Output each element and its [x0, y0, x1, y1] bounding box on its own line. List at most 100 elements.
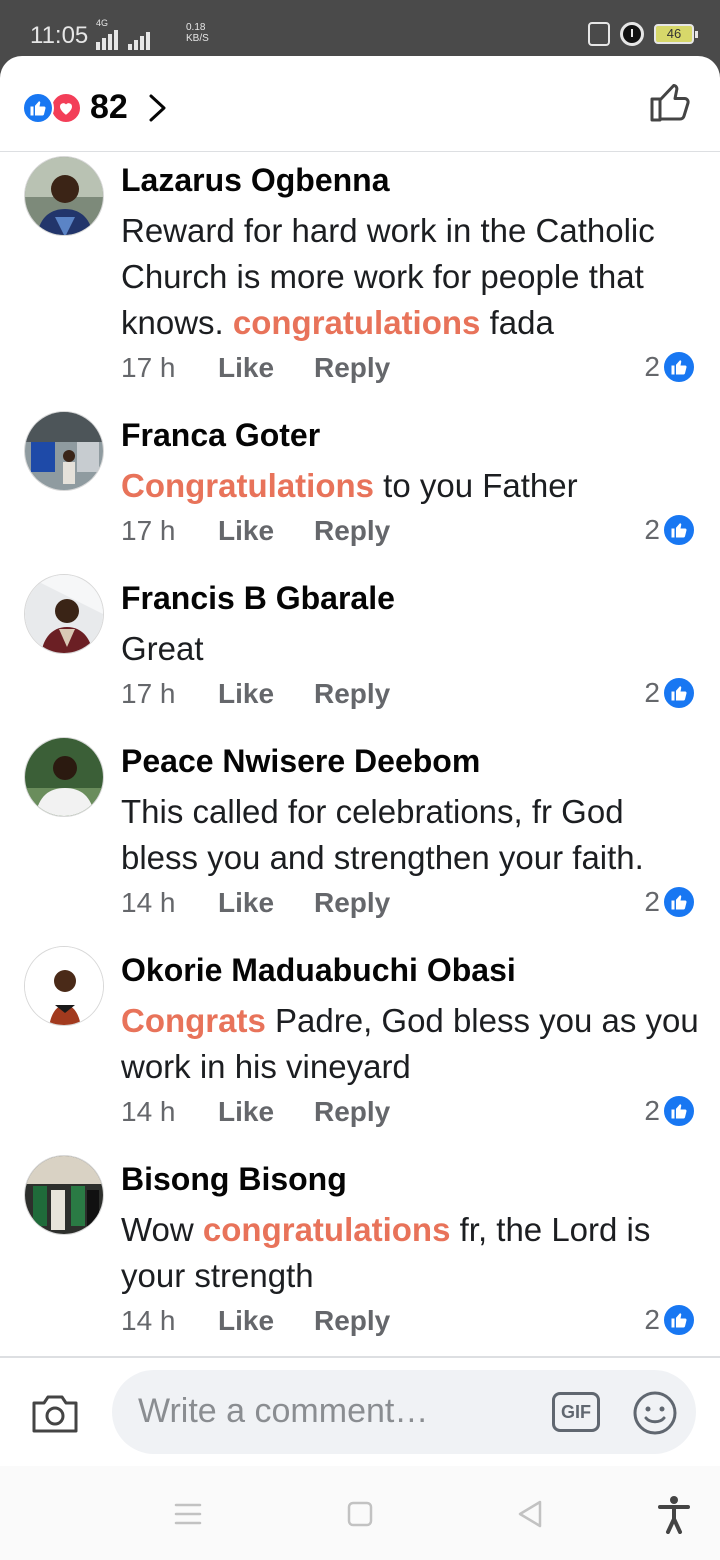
- comment-text-part: fada: [480, 304, 554, 341]
- like-button[interactable]: Like: [218, 1305, 314, 1337]
- avatar[interactable]: [24, 1155, 104, 1235]
- signal-icon: [96, 28, 118, 50]
- system-navigation-bar: [0, 1466, 720, 1560]
- speed-value: 0.18: [186, 22, 206, 33]
- chevron-right-icon: [149, 94, 166, 121]
- like-count-value: 2: [644, 886, 660, 917]
- like-reaction-icon: [662, 513, 696, 547]
- like-button[interactable]: Like: [218, 887, 314, 919]
- status-bar: 11:05 4G 0.18 KB/S 46: [0, 0, 720, 56]
- comment-text: Great: [121, 626, 701, 672]
- comment-actions: 17 h Like Reply: [121, 352, 390, 384]
- menu-icon[interactable]: [168, 1494, 208, 1534]
- comment-like-count[interactable]: 2: [644, 885, 696, 919]
- like-count-value: 2: [644, 351, 660, 382]
- comment-text-part: Wow: [121, 1211, 203, 1248]
- speed-unit: KB/S: [186, 33, 209, 44]
- avatar[interactable]: [24, 737, 104, 817]
- like-reaction-icon: [662, 885, 696, 919]
- reply-button[interactable]: Reply: [314, 1305, 390, 1337]
- emoji-icon[interactable]: [632, 1390, 678, 1436]
- comment-actions: 17 h Like Reply: [121, 515, 390, 547]
- network-speed: 0.18 KB/S: [186, 22, 209, 44]
- like-reaction-icon: [662, 676, 696, 710]
- comment-input[interactable]: Write a comment… GIF: [112, 1370, 696, 1454]
- like-reaction-icon: [662, 1094, 696, 1128]
- home-square-icon[interactable]: [340, 1494, 380, 1534]
- accessibility-icon[interactable]: [654, 1494, 694, 1534]
- commenter-name[interactable]: Lazarus Ogbenna: [121, 162, 390, 199]
- reply-button[interactable]: Reply: [314, 352, 390, 384]
- comment-time: 14 h: [121, 1305, 176, 1336]
- comment-like-count[interactable]: 2: [644, 1303, 696, 1337]
- comment-like-count[interactable]: 2: [644, 513, 696, 547]
- like-reaction-icon: [662, 350, 696, 384]
- comment-text: Reward for hard work in the Catholic Chu…: [121, 208, 701, 346]
- comment-text: Congrats Padre, God bless you as you wor…: [121, 998, 701, 1090]
- like-button[interactable]: Like: [218, 678, 314, 710]
- reactions-header: 82: [0, 56, 720, 152]
- commenter-name[interactable]: Bisong Bisong: [121, 1161, 347, 1198]
- comment-text-part: Great: [121, 630, 204, 667]
- reply-button[interactable]: Reply: [314, 515, 390, 547]
- signal-icon-2: [128, 28, 150, 50]
- like-reaction-icon: [662, 1303, 696, 1337]
- like-button[interactable]: Like: [218, 1096, 314, 1128]
- commenter-name[interactable]: Peace Nwisere Deebom: [121, 743, 480, 780]
- comment-like-count[interactable]: 2: [644, 350, 696, 384]
- reply-button[interactable]: Reply: [314, 678, 390, 710]
- comment-text-part: This called for celebrations, fr God ble…: [121, 793, 644, 876]
- reaction-count: 82: [90, 88, 128, 126]
- comment-time: 14 h: [121, 1096, 176, 1127]
- network-type: 4G: [96, 18, 109, 28]
- reply-button[interactable]: Reply: [314, 1096, 390, 1128]
- comment-time: 17 h: [121, 515, 176, 546]
- comment-text: Congratulations to you Father: [121, 463, 701, 509]
- commenter-name[interactable]: Franca Goter: [121, 417, 320, 454]
- comment-time: 17 h: [121, 678, 176, 709]
- signal-indicators: 4G: [96, 18, 150, 50]
- reactions-summary[interactable]: 82: [22, 88, 170, 127]
- comment-text: This called for celebrations, fr God ble…: [121, 789, 701, 881]
- gif-icon[interactable]: GIF: [552, 1392, 600, 1432]
- avatar[interactable]: [24, 946, 104, 1026]
- comment-text-part: to you Father: [374, 467, 578, 504]
- like-count-value: 2: [644, 1304, 660, 1335]
- avatar[interactable]: [24, 411, 104, 491]
- comment-actions: 14 h Like Reply: [121, 1096, 390, 1128]
- comment-text: Wow congratulations fr, the Lord is your…: [121, 1207, 701, 1299]
- reply-button[interactable]: Reply: [314, 887, 390, 919]
- comment-like-count[interactable]: 2: [644, 676, 696, 710]
- like-count-value: 2: [644, 677, 660, 708]
- status-time: 11:05: [30, 22, 89, 49]
- comment-highlight: Congratulations: [121, 467, 374, 504]
- avatar[interactable]: [24, 574, 104, 654]
- thumbs-up-icon[interactable]: [648, 80, 692, 124]
- like-button[interactable]: Like: [218, 515, 314, 547]
- comments-sheet: 82 Lazarus Ogbenna Reward for hard work …: [0, 56, 720, 1560]
- like-count-value: 2: [644, 1095, 660, 1126]
- like-button[interactable]: Like: [218, 352, 314, 384]
- comment-highlight: Congrats: [121, 1002, 266, 1039]
- comment-input-placeholder: Write a comment…: [138, 1392, 429, 1430]
- comment-actions: 14 h Like Reply: [121, 1305, 390, 1337]
- like-count-value: 2: [644, 514, 660, 545]
- comment-time: 14 h: [121, 887, 176, 918]
- avatar[interactable]: [24, 156, 104, 236]
- love-reaction-icon: [50, 91, 82, 124]
- commenter-name[interactable]: Francis B Gbarale: [121, 580, 395, 617]
- comment-highlight: congratulations: [202, 1211, 451, 1248]
- comment-highlight: congratulations: [232, 304, 481, 341]
- vibrate-icon: [588, 22, 610, 46]
- comment-actions: 14 h Like Reply: [121, 887, 390, 919]
- alarm-icon: [620, 22, 644, 46]
- comment-like-count[interactable]: 2: [644, 1094, 696, 1128]
- battery-icon: 46: [654, 24, 698, 44]
- back-triangle-icon[interactable]: [510, 1494, 550, 1534]
- commenter-name[interactable]: Okorie Maduabuchi Obasi: [121, 952, 516, 989]
- camera-icon[interactable]: [30, 1391, 80, 1435]
- status-right: 46: [588, 22, 698, 46]
- comment-actions: 17 h Like Reply: [121, 678, 390, 710]
- like-reaction-icon: [22, 91, 54, 124]
- comment-composer: Write a comment… GIF: [0, 1356, 720, 1466]
